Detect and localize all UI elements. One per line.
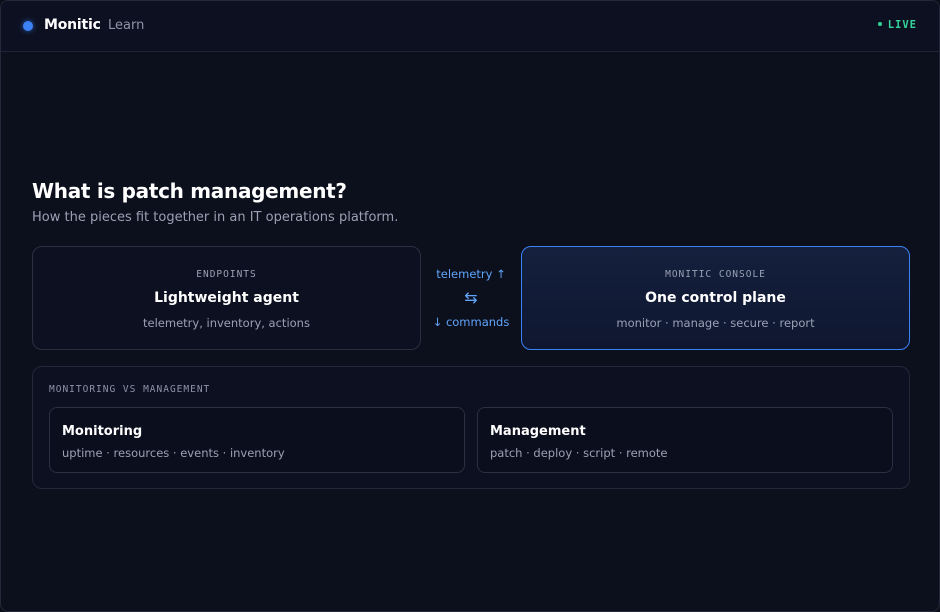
- nav-learn-link[interactable]: Learn: [108, 18, 144, 33]
- data-flow-connector: telemetry ↑ ⇆ ↓ commands: [421, 246, 521, 350]
- page-title: What is patch management?: [32, 179, 347, 203]
- top-bar: Monitic Learn LIVE: [1, 1, 939, 52]
- monitoring-card: Monitoring uptime · resources · events ·…: [49, 407, 465, 473]
- live-status-badge: LIVE: [877, 19, 917, 31]
- brand-logo-icon: [23, 21, 33, 31]
- comparison-panel: MONITORING VS MANAGEMENT Monitoring upti…: [32, 366, 910, 489]
- console-label: MONITIC CONSOLE: [665, 269, 766, 280]
- endpoints-card: ENDPOINTS Lightweight agent telemetry, i…: [32, 246, 421, 350]
- live-dot-icon: [877, 22, 882, 26]
- management-title: Management: [490, 424, 586, 439]
- console-title: One control plane: [645, 290, 786, 306]
- management-items: patch · deploy · script · remote: [490, 446, 668, 460]
- live-status-label: LIVE: [887, 19, 917, 31]
- bidirectional-arrows-icon: ⇆: [464, 288, 478, 307]
- comparison-label: MONITORING VS MANAGEMENT: [49, 384, 211, 395]
- endpoints-title: Lightweight agent: [154, 290, 299, 306]
- telemetry-flow-label: telemetry ↑: [436, 267, 506, 281]
- monitoring-items: uptime · resources · events · inventory: [62, 446, 285, 460]
- page-subtitle: How the pieces fit together in an IT ope…: [32, 210, 399, 225]
- commands-flow-label: ↓ commands: [432, 315, 510, 329]
- monitoring-title: Monitoring: [62, 424, 143, 439]
- endpoints-description: telemetry, inventory, actions: [143, 316, 310, 330]
- console-card: MONITIC CONSOLE One control plane monito…: [521, 246, 910, 350]
- console-description: monitor · manage · secure · report: [616, 316, 815, 330]
- app-window: Monitic Learn LIVE What is patch managem…: [0, 0, 940, 612]
- endpoints-label: ENDPOINTS: [196, 269, 257, 280]
- management-card: Management patch · deploy · script · rem…: [477, 407, 893, 473]
- brand-name[interactable]: Monitic: [44, 17, 101, 33]
